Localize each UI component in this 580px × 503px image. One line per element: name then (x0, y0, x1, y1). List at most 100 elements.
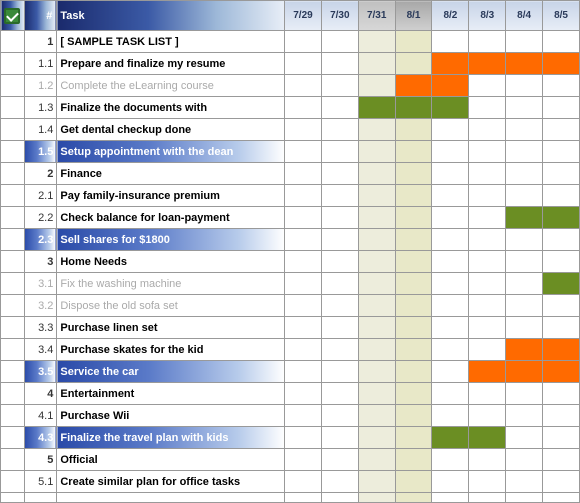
gantt-cell[interactable] (543, 449, 580, 471)
gantt-cell[interactable] (358, 361, 395, 383)
gantt-cell[interactable] (285, 207, 322, 229)
cell-check[interactable] (1, 405, 25, 427)
gantt-cell[interactable] (395, 229, 432, 251)
gantt-cell[interactable] (358, 471, 395, 493)
gantt-cell[interactable] (395, 295, 432, 317)
cell-task[interactable]: Finalize the travel plan with kids (57, 427, 285, 449)
cell-task[interactable]: Finance (57, 163, 285, 185)
gantt-cell[interactable] (358, 141, 395, 163)
gantt-cell[interactable] (506, 207, 543, 229)
header-num[interactable]: # (24, 1, 57, 31)
table-row[interactable]: 2.1Pay family-insurance premium (1, 185, 580, 207)
gantt-cell[interactable] (321, 53, 358, 75)
gantt-cell[interactable] (506, 31, 543, 53)
gantt-cell[interactable] (432, 339, 469, 361)
cell-check[interactable] (1, 207, 25, 229)
gantt-cell[interactable] (543, 185, 580, 207)
cell-task[interactable]: Purchase skates for the kid (57, 339, 285, 361)
header-date-5[interactable]: 8/3 (469, 1, 506, 31)
gantt-cell[interactable] (358, 163, 395, 185)
gantt-cell[interactable] (543, 53, 580, 75)
gantt-cell[interactable] (285, 53, 322, 75)
gantt-cell[interactable] (543, 119, 580, 141)
gantt-cell[interactable] (432, 295, 469, 317)
gantt-cell[interactable] (506, 449, 543, 471)
gantt-cell[interactable] (321, 471, 358, 493)
gantt-cell[interactable] (395, 317, 432, 339)
gantt-cell[interactable] (506, 185, 543, 207)
table-row[interactable]: 3.4Purchase skates for the kid (1, 339, 580, 361)
gantt-cell[interactable] (506, 119, 543, 141)
cell-task[interactable]: Prepare and finalize my resume (57, 53, 285, 75)
gantt-cell[interactable] (395, 53, 432, 75)
cell-check[interactable] (1, 339, 25, 361)
gantt-cell[interactable] (395, 75, 432, 97)
gantt-cell[interactable] (358, 229, 395, 251)
cell-task[interactable]: Setup appointment with the dean (57, 141, 285, 163)
gantt-cell[interactable] (358, 207, 395, 229)
gantt-cell[interactable] (543, 339, 580, 361)
table-row[interactable]: 1.1Prepare and finalize my resume (1, 53, 580, 75)
cell-task[interactable]: Complete the eLearning course (57, 75, 285, 97)
gantt-cell[interactable] (321, 141, 358, 163)
cell-check[interactable] (1, 229, 25, 251)
gantt-cell[interactable] (469, 119, 506, 141)
gantt-cell[interactable] (543, 427, 580, 449)
gantt-cell[interactable] (469, 31, 506, 53)
gantt-cell[interactable] (358, 317, 395, 339)
gantt-cell[interactable] (469, 75, 506, 97)
cell-check[interactable] (1, 141, 25, 163)
gantt-cell[interactable] (395, 449, 432, 471)
gantt-cell[interactable] (543, 295, 580, 317)
gantt-cell[interactable] (395, 119, 432, 141)
gantt-cell[interactable] (285, 339, 322, 361)
header-date-2[interactable]: 7/31 (358, 1, 395, 31)
cell-task[interactable]: Check balance for loan-payment (57, 207, 285, 229)
gantt-cell[interactable] (358, 427, 395, 449)
gantt-cell[interactable] (395, 163, 432, 185)
gantt-cell[interactable] (432, 75, 469, 97)
gantt-cell[interactable] (395, 141, 432, 163)
gantt-cell[interactable] (321, 31, 358, 53)
gantt-cell[interactable] (285, 383, 322, 405)
gantt-cell[interactable] (506, 427, 543, 449)
gantt-cell[interactable] (506, 141, 543, 163)
gantt-cell[interactable] (395, 97, 432, 119)
gantt-cell[interactable] (285, 295, 322, 317)
gantt-cell[interactable] (506, 317, 543, 339)
gantt-cell[interactable] (469, 471, 506, 493)
gantt-cell[interactable] (358, 405, 395, 427)
cell-check[interactable] (1, 295, 25, 317)
cell-check[interactable] (1, 119, 25, 141)
header-date-0[interactable]: 7/29 (285, 1, 322, 31)
gantt-cell[interactable] (285, 471, 322, 493)
gantt-cell[interactable] (432, 383, 469, 405)
cell-check[interactable] (1, 273, 25, 295)
cell-task[interactable]: Fix the washing machine (57, 273, 285, 295)
cell-task[interactable]: Get dental checkup done (57, 119, 285, 141)
gantt-cell[interactable] (321, 449, 358, 471)
gantt-cell[interactable] (285, 97, 322, 119)
table-row[interactable]: 1.4Get dental checkup done (1, 119, 580, 141)
gantt-cell[interactable] (358, 185, 395, 207)
gantt-cell[interactable] (321, 185, 358, 207)
gantt-cell[interactable] (285, 405, 322, 427)
gantt-cell[interactable] (469, 229, 506, 251)
cell-task[interactable]: Finalize the documents with (57, 97, 285, 119)
gantt-cell[interactable] (506, 53, 543, 75)
gantt-cell[interactable] (321, 75, 358, 97)
header-task[interactable]: Task (57, 1, 285, 31)
gantt-cell[interactable] (432, 31, 469, 53)
table-row[interactable]: 3.3Purchase linen set (1, 317, 580, 339)
gantt-cell[interactable] (506, 163, 543, 185)
table-row[interactable]: 4Entertainment (1, 383, 580, 405)
gantt-cell[interactable] (506, 273, 543, 295)
task-gantt-table[interactable]: # Task 7/29 7/30 7/31 8/1 8/2 8/3 8/4 8/… (0, 0, 580, 503)
table-row[interactable]: 3.2Dispose the old sofa set (1, 295, 580, 317)
cell-task[interactable]: [ SAMPLE TASK LIST ] (57, 31, 285, 53)
gantt-cell[interactable] (321, 339, 358, 361)
table-row[interactable]: 1[ SAMPLE TASK LIST ] (1, 31, 580, 53)
header-date-3[interactable]: 8/1 (395, 1, 432, 31)
gantt-cell[interactable] (395, 471, 432, 493)
table-row[interactable]: 4.1Purchase Wii (1, 405, 580, 427)
